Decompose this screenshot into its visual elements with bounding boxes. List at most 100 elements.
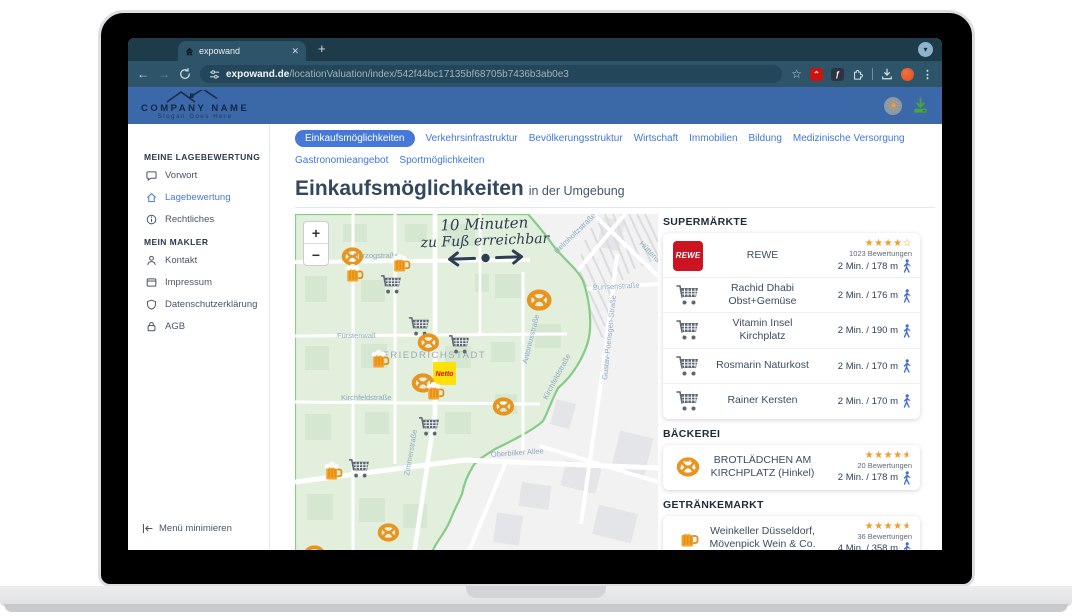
shield-icon	[146, 299, 157, 310]
double-arrow-icon	[447, 249, 524, 268]
poi-icon-cell	[671, 355, 705, 377]
browser-menu-icon[interactable]: ⋮	[922, 68, 933, 81]
pdf-extension-icon[interactable]: ⌃	[810, 68, 823, 81]
toolbar-right: ☆ ⌃ ƒ ⋮	[791, 68, 933, 81]
theme-toggle-button[interactable]	[884, 97, 902, 115]
district-label: FRIEDRICHSTADT	[383, 350, 486, 361]
poi-distance: 4 Min. / 358 m	[820, 542, 912, 551]
poi-meta: 2 Min. / 170 m	[820, 358, 912, 373]
street-label: Fürstenwall	[337, 331, 376, 340]
poi-icon-cell	[671, 526, 705, 550]
tab-medizinische-versorgung[interactable]: Medizinische Versorgung	[793, 131, 905, 146]
poi-name: Rachid Dhabi Obst+Gemüse	[705, 282, 820, 308]
shopping-cart-icon	[676, 355, 700, 377]
tab-search-chevron-icon[interactable]: ▾	[918, 42, 933, 57]
tab-wirtschaft[interactable]: Wirtschaft	[634, 131, 678, 146]
sidebar-item-label: Lagebewertung	[165, 192, 231, 203]
url-bar[interactable]: expowand.de/locationValuation/index/542f…	[200, 65, 782, 83]
imprint-card-icon	[146, 277, 157, 288]
tab-bildung[interactable]: Bildung	[749, 131, 782, 146]
site-settings-icon[interactable]	[209, 69, 220, 80]
script-extension-icon[interactable]: ƒ	[831, 68, 844, 81]
map-zoom-out-button[interactable]: −	[304, 244, 328, 265]
sidebar-item-label: AGB	[165, 321, 185, 332]
poi-meta: 2 Min. / 190 m	[820, 323, 912, 338]
shopping-cart-icon	[676, 319, 700, 341]
back-icon[interactable]: ←	[137, 68, 149, 80]
export-download-button[interactable]	[912, 97, 929, 114]
chat-bubble-icon	[146, 170, 157, 181]
tab-bev-lkerungsstruktur[interactable]: Bevölkerungsstruktur	[529, 131, 623, 146]
street-label: Kirchfeldstraße	[341, 393, 391, 402]
title-divider	[295, 207, 935, 208]
sidebar-item-rechtliches[interactable]: Rechtliches	[146, 214, 269, 225]
netto-marker: Netto	[433, 362, 456, 385]
tab-close-icon[interactable]: ✕	[291, 47, 299, 56]
poi-card: Weinkeller Düsseldorf, Mövenpick Wein & …	[663, 516, 920, 551]
shopping-cart-icon	[676, 284, 700, 306]
tab-einkaufsm-glichkeiten[interactable]: Einkaufsmöglichkeiten	[295, 130, 415, 147]
tab-verkehrsinfrastruktur[interactable]: Verkehrsinfrastruktur	[426, 131, 518, 146]
walking-person-icon	[902, 359, 912, 373]
map[interactable]: FürstenwallKirchfeldstraßeOberbilker All…	[295, 214, 658, 550]
refresh-icon[interactable]	[179, 68, 191, 80]
poi-name: Rainer Kersten	[705, 394, 820, 407]
new-tab-button[interactable]: +	[318, 41, 326, 56]
poi-row-weinkeller-d-sseldorf-m-venpick-wein-co[interactable]: Weinkeller Düsseldorf, Mövenpick Wein & …	[663, 517, 920, 551]
poi-row-vitamin-insel-kirchplatz[interactable]: Vitamin Insel Kirchplatz2 Min. / 190 m	[663, 312, 920, 347]
minimize-menu-label: Menü minimieren	[159, 523, 232, 534]
tab-immobilien[interactable]: Immobilien	[689, 131, 737, 146]
sidebar-item-label: Datenschutzerklärung	[165, 299, 257, 310]
walking-person-icon	[902, 289, 912, 303]
map-zoom-in-button[interactable]: +	[304, 222, 328, 244]
profile-avatar[interactable]	[901, 68, 914, 81]
sun-icon	[888, 100, 899, 111]
minimize-menu-button[interactable]: Menü minimieren	[142, 523, 232, 534]
sidebar-item-label: Rechtliches	[165, 214, 214, 225]
tab-sportm-glichkeiten[interactable]: Sportmöglichkeiten	[399, 153, 484, 168]
collapse-arrow-icon	[142, 524, 153, 533]
sidebar-item-kontakt[interactable]: Kontakt	[146, 255, 269, 266]
poi-card: BROTLÄDCHEN AM KIRCHPLATZ (Hinkel)★★★★★2…	[663, 445, 920, 490]
poi-meta: 2 Min. / 176 m	[820, 288, 912, 303]
sidebar-item-agb[interactable]: AGB	[146, 321, 269, 332]
sidebar-item-lagebewertung[interactable]: Lagebewertung	[146, 192, 269, 203]
company-logo[interactable]: COMPANY NAME Slogan Goes Here	[141, 90, 249, 121]
poi-row-rachid-dhabi-obst-gem-se[interactable]: Rachid Dhabi Obst+Gemüse2 Min. / 176 m	[663, 277, 920, 312]
sidebar-item-datenschutzerkl-rung[interactable]: Datenschutzerklärung	[146, 299, 269, 310]
sidebar-section-title: MEINE LAGEBEWERTUNG	[144, 152, 269, 162]
extensions-puzzle-icon[interactable]	[852, 68, 864, 80]
laptop-base-strip	[4, 604, 1068, 612]
walking-person-icon	[902, 394, 912, 408]
pretzel-icon	[676, 456, 700, 478]
sidebar-item-vorwort[interactable]: Vorwort	[146, 170, 269, 181]
poi-row-rosmarin-naturkost[interactable]: Rosmarin Naturkost2 Min. / 170 m	[663, 348, 920, 383]
forward-icon[interactable]: →	[158, 68, 170, 80]
page: expowand ✕ + ▾ ← → expowand.de/locationV…	[0, 0, 1072, 616]
downloads-icon[interactable]	[881, 68, 893, 80]
poi-meta: ★★★★★20 Bewertungen2 Min. / 178 m	[820, 450, 912, 485]
poi-name: BROTLÄDCHEN AM KIRCHPLATZ (Hinkel)	[705, 454, 820, 480]
poi-distance: 2 Min. / 178 m	[820, 259, 912, 273]
home-icon	[146, 192, 157, 203]
tab-gastronomieangebot[interactable]: Gastronomieangebot	[295, 153, 388, 168]
poi-row-rewe[interactable]: REWEREWE★★★★☆1023 Bewertungen2 Min. / 17…	[663, 234, 920, 277]
lock-icon	[146, 321, 157, 332]
bookmark-star-icon[interactable]: ☆	[791, 68, 802, 80]
shopping-cart-icon	[676, 390, 700, 412]
roofs-logo-icon	[159, 90, 231, 104]
star-rating: ★★★★★	[820, 521, 912, 532]
poi-reviews: 20 Bewertungen	[820, 461, 912, 470]
browser-tab[interactable]: expowand ✕	[178, 41, 306, 61]
sidebar-item-impressum[interactable]: Impressum	[146, 277, 269, 288]
walk-time-annotation: 10 Minuten zu Fuß erreichbar	[394, 214, 576, 273]
walking-person-icon	[902, 324, 912, 338]
company-name: COMPANY NAME	[141, 104, 249, 114]
poi-distance: 2 Min. / 176 m	[820, 289, 912, 303]
company-slogan: Slogan Goes Here	[158, 114, 233, 121]
page-title: Einkaufsmöglichkeitenin der Umgebung	[295, 177, 942, 201]
poi-distance: 2 Min. / 170 m	[820, 394, 912, 408]
poi-row-rainer-kersten[interactable]: Rainer Kersten2 Min. / 170 m	[663, 383, 920, 418]
poi-row-brotl-dchen-am-kirchplatz-hinkel[interactable]: BROTLÄDCHEN AM KIRCHPLATZ (Hinkel)★★★★★2…	[663, 446, 920, 489]
svg-text:Netto: Netto	[436, 371, 455, 378]
